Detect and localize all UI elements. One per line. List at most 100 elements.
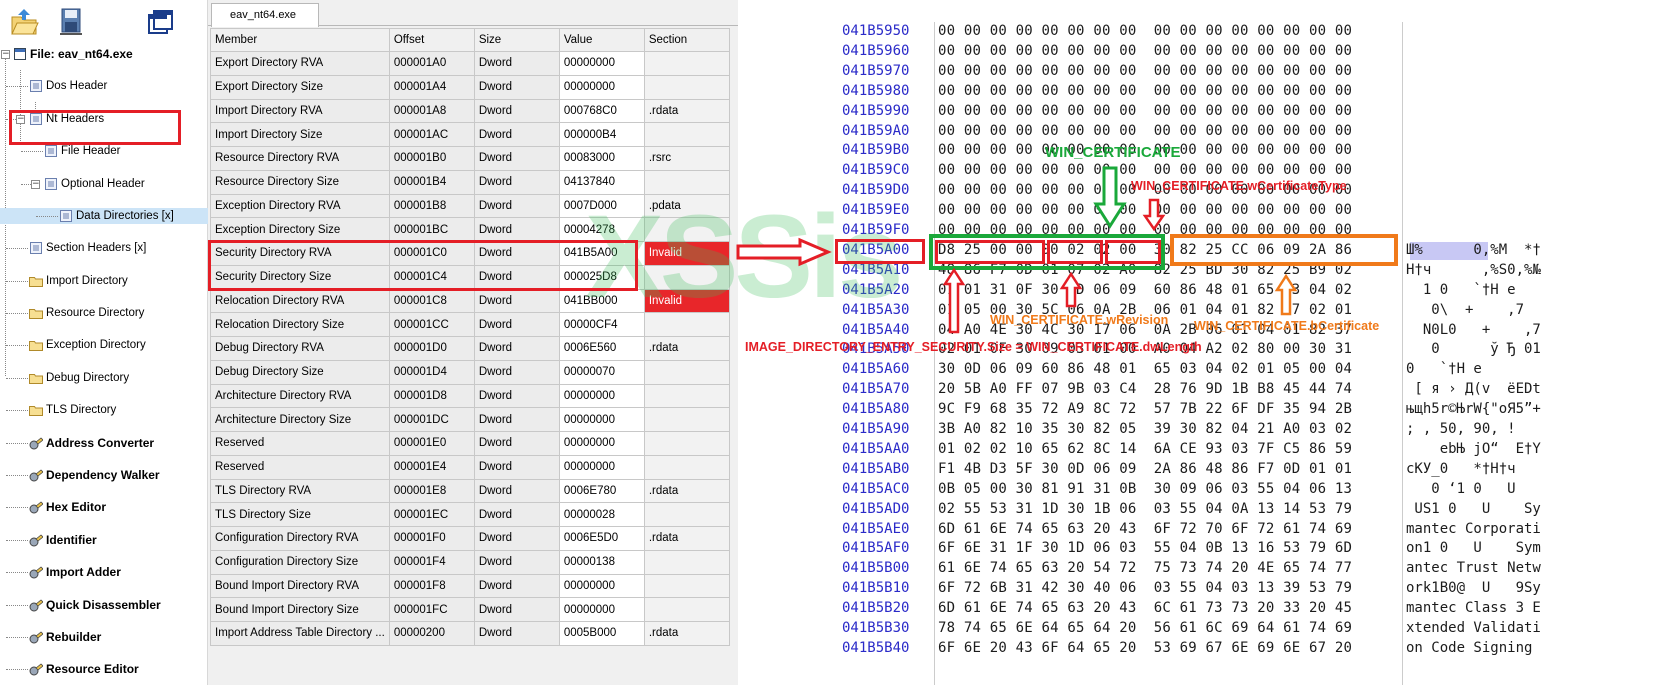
hex-ascii[interactable]: 0\ + ,7 (1406, 300, 1524, 320)
col-size-header[interactable]: Size (473, 28, 560, 52)
hex-row[interactable]: 041B5B40 6F 6E 20 43 6F 64 65 20 53 69 67… (738, 638, 1653, 658)
table-row[interactable]: Architecture Directory Size 000001DC Dword… (210, 407, 730, 432)
hex-row[interactable]: 041B5980 00 00 00 00 00 00 00 00 00 00 00… (738, 81, 1653, 101)
hex-row[interactable]: 041B59B0 00 00 00 00 00 00 00 00 00 00 00… (738, 140, 1653, 160)
table-row[interactable]: Relocation Directory RVA 000001C8 Dword 041… (210, 288, 730, 314)
tree-root[interactable]: − File: eav_nt64.exe (0, 46, 208, 62)
col-member-header[interactable]: Member (210, 28, 390, 52)
hex-ascii[interactable]: сКУ_0 *†H†ч (1406, 459, 1516, 479)
hex-bytes[interactable]: 01 02 02 10 65 62 8C 14 6A CE 93 03 7F C… (938, 439, 1352, 459)
tree-item-resource-directory[interactable]: Resource Directory (0, 305, 208, 321)
tree-item-data-directories[interactable]: Data Directories [x] (0, 207, 208, 225)
cell-value[interactable]: 00000CF4 (558, 312, 645, 337)
col-section-header[interactable]: Section (643, 28, 730, 52)
col-offset-header[interactable]: Offset (388, 28, 475, 52)
tree-item-file-header[interactable]: File Header (0, 143, 208, 159)
hex-bytes[interactable]: 0B 05 00 30 81 91 31 0B 30 09 06 03 55 0… (938, 479, 1352, 499)
cell-value[interactable]: 000768C0 (558, 98, 645, 124)
hex-row[interactable]: 041B5B10 6F 72 6B 31 42 30 40 06 03 55 04… (738, 578, 1653, 598)
hex-ascii[interactable]: њщh5r©ЊrW{"oЯ5”+ (1406, 399, 1541, 419)
hex-ascii[interactable]: antec Trust Netw (1406, 558, 1541, 578)
table-row[interactable]: Debug Directory Size 000001D4 Dword 0000007… (210, 359, 730, 385)
hex-bytes[interactable]: 61 6E 74 65 63 20 54 72 75 73 74 20 4E 6… (938, 558, 1352, 578)
table-row[interactable]: TLS Directory Size 000001EC Dword 00000028 (210, 502, 730, 527)
hex-bytes[interactable]: 6F 72 6B 31 42 30 40 06 03 55 04 03 13 3… (938, 578, 1352, 598)
hex-row[interactable]: 041B5B20 6D 61 6E 74 65 63 20 43 6C 61 73… (738, 598, 1653, 618)
hex-row[interactable]: 041B5960 00 00 00 00 00 00 00 00 00 00 00… (738, 41, 1653, 61)
hex-bytes[interactable]: 00 00 00 00 00 00 00 00 00 00 00 00 00 0… (938, 101, 1352, 121)
save-file-icon[interactable] (55, 6, 87, 38)
hex-bytes[interactable]: 00 00 00 00 00 00 00 00 00 00 00 00 00 0… (938, 61, 1352, 81)
hex-bytes[interactable]: 00 00 00 00 00 00 00 00 00 00 00 00 00 0… (938, 200, 1352, 220)
table-row[interactable]: Import Directory Size 000001AC Dword 000000… (210, 122, 730, 147)
cell-value[interactable]: 00000000 (558, 431, 645, 456)
hex-ascii[interactable]: 0 `†H e (1406, 359, 1482, 379)
hex-ascii[interactable]: 0 ў Ђ 01 (1406, 339, 1541, 359)
hex-bytes[interactable]: 6F 6E 31 1F 30 1D 06 03 55 04 0B 13 16 5… (938, 538, 1352, 558)
table-row[interactable]: Configuration Directory Size 000001F4 Dwor… (210, 549, 730, 575)
hex-row[interactable]: 041B5A60 30 0D 06 09 60 86 48 01 65 03 04… (738, 359, 1653, 379)
hex-ascii[interactable]: mantec Corporati (1406, 519, 1541, 539)
hex-row[interactable]: 041B5A70 20 5B A0 FF 07 9B 03 C4 28 76 9D… (738, 379, 1653, 399)
hex-row[interactable]: 041B5AC0 0B 05 00 30 81 91 31 0B 30 09 06… (738, 479, 1653, 499)
hex-ascii[interactable]: on Code Signing (1406, 638, 1532, 658)
tool-item-identifier[interactable]: Identifier (0, 532, 208, 548)
hex-bytes[interactable]: 3B A0 82 10 35 30 82 05 39 30 82 04 21 A… (938, 419, 1352, 439)
hex-row[interactable]: 041B5A20 01 01 31 0F 30 0D 06 09 60 86 48… (738, 280, 1653, 300)
cell-value[interactable]: 04137840 (558, 169, 645, 195)
cell-value[interactable]: 00083000 (558, 146, 645, 171)
hex-row[interactable]: 041B5970 00 00 00 00 00 00 00 00 00 00 00… (738, 61, 1653, 81)
open-file-icon[interactable] (8, 6, 40, 38)
hex-bytes[interactable]: 30 0D 06 09 60 86 48 01 65 03 04 02 01 0… (938, 359, 1352, 379)
hex-ascii[interactable]: [ я › Д(v ёEDt (1406, 379, 1540, 399)
cell-value[interactable]: 000000B4 (558, 122, 645, 147)
hex-bytes[interactable]: 00 00 00 00 00 00 00 00 00 00 00 00 00 0… (938, 21, 1352, 41)
hex-ascii[interactable]: US1 0 U Sy (1406, 499, 1540, 519)
cell-value[interactable]: 0006E5D0 (558, 526, 645, 551)
hex-row[interactable]: 041B5AA0 01 02 02 10 65 62 8C 14 6A CE 93… (738, 439, 1653, 459)
hex-row[interactable]: 041B5A80 9C F9 68 35 72 A9 8C 72 57 7B 22… (738, 399, 1653, 419)
cell-value[interactable]: 00000000 (558, 383, 645, 409)
tool-item-address-converter[interactable]: Address Converter (0, 435, 208, 451)
cell-value[interactable]: 00000070 (558, 359, 645, 385)
hex-bytes[interactable]: 9C F9 68 35 72 A9 8C 72 57 7B 22 6F DF 3… (938, 399, 1352, 419)
hex-row[interactable]: 041B59A0 00 00 00 00 00 00 00 00 00 00 00… (738, 121, 1653, 141)
table-row[interactable]: TLS Directory RVA 000001E8 Dword 0006E780 .r… (210, 478, 730, 504)
table-row[interactable]: Export Directory Size 000001A4 Dword 000000… (210, 74, 730, 100)
hex-row[interactable]: 041B5AE0 6D 61 6E 74 65 63 20 43 6F 72 70… (738, 519, 1653, 539)
hex-row[interactable]: 041B5950 00 00 00 00 00 00 00 00 00 00 00… (738, 21, 1653, 41)
hex-ascii[interactable]: H†ч ,%S0,%№ (1406, 260, 1541, 280)
tool-item-import-adder[interactable]: Import Adder (0, 564, 208, 580)
col-value-header[interactable]: Value (558, 28, 645, 52)
hex-ascii[interactable]: xtended Validati (1406, 618, 1541, 638)
hex-row[interactable]: 041B59C0 00 00 00 00 00 00 00 00 00 00 00… (738, 160, 1653, 180)
hex-ascii[interactable]: on1 0 U Sym (1406, 538, 1541, 558)
tab-file[interactable]: eav_nt64.exe (211, 3, 319, 27)
hex-ascii[interactable]: 1 0 `†H e (1406, 280, 1516, 300)
table-row[interactable]: Bound Import Directory Size 000001FC Dword… (210, 597, 730, 622)
hex-bytes[interactable]: 02 55 53 31 1D 30 1B 06 03 55 04 0A 13 1… (938, 499, 1352, 519)
table-row[interactable]: Relocation Directory Size 000001CC Dword 00… (210, 312, 730, 337)
hex-ascii[interactable]: N0L0 + ,7 (1406, 320, 1541, 340)
tree-item-exception-directory[interactable]: Exception Directory (0, 337, 208, 353)
hex-bytes[interactable]: 20 5B A0 FF 07 9B 03 C4 28 76 9D 1B B8 4… (938, 379, 1352, 399)
table-row[interactable]: Resource Directory Size 000001B4 Dword 0413… (210, 169, 730, 195)
hex-bytes[interactable]: 00 00 00 00 00 00 00 00 00 00 00 00 00 0… (938, 121, 1352, 141)
cell-value[interactable]: 00000000 (558, 573, 645, 599)
hex-row[interactable]: 041B5AD0 02 55 53 31 1D 30 1B 06 03 55 04… (738, 499, 1653, 519)
hex-bytes[interactable]: 6D 61 6E 74 65 63 20 43 6F 72 70 6F 72 6… (938, 519, 1352, 539)
cell-value[interactable]: 0005B000 (558, 621, 645, 646)
table-row[interactable]: Exception Directory Size 000001BC Dword 000… (210, 217, 730, 242)
tool-item-dependency-walker[interactable]: Dependency Walker (0, 467, 208, 483)
tree-item-optional-header[interactable]: − Optional Header (0, 176, 208, 192)
hex-row[interactable]: 041B5990 00 00 00 00 00 00 00 00 00 00 00… (738, 101, 1653, 121)
cell-value[interactable]: 0007D000 (558, 193, 645, 219)
hex-bytes[interactable]: 78 74 65 6E 64 65 64 20 56 61 6C 69 64 6… (938, 618, 1352, 638)
table-row[interactable]: Debug Directory RVA 000001D0 Dword 0006E560… (210, 336, 730, 361)
windows-icon[interactable] (146, 6, 178, 38)
cell-value[interactable]: 041BB000 (558, 288, 645, 314)
hex-ascii[interactable]: ebЊ jО“ Е†Y (1406, 439, 1541, 459)
tree-item-import-directory[interactable]: Import Directory (0, 273, 208, 289)
cell-value[interactable]: 00004278 (558, 217, 645, 242)
cell-value[interactable]: 00000028 (558, 502, 645, 527)
